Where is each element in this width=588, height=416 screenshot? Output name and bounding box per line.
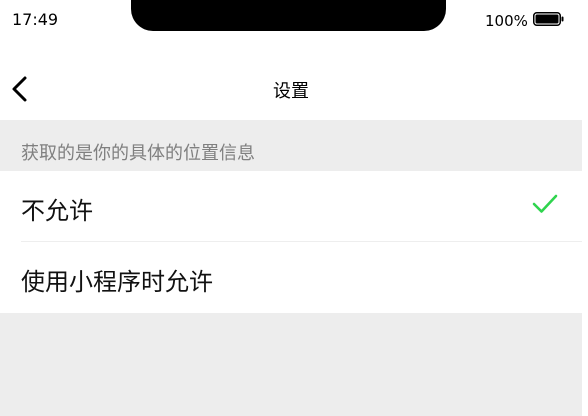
section-header: 获取的是你的具体的位置信息	[0, 120, 582, 171]
nav-bar: 设置	[0, 44, 582, 120]
page-title: 设置	[273, 81, 309, 102]
status-bar: 17:49 100%	[0, 0, 582, 44]
battery-full-icon	[533, 12, 564, 26]
status-time: 17:49	[12, 10, 59, 29]
screen-edge	[582, 0, 588, 416]
option-label: 不允许	[21, 197, 93, 225]
battery-percentage: 100%	[485, 12, 528, 30]
option-label: 使用小程序时允许	[21, 268, 213, 296]
option-deny[interactable]: 不允许	[0, 171, 582, 242]
section-header-text: 获取的是你的具体的位置信息	[21, 143, 255, 164]
screen: 17:49 100% 设置 获取的是你的具体的位置信息 不允许 使用小程序时允许	[0, 0, 582, 416]
option-list: 不允许 使用小程序时允许	[0, 171, 582, 313]
checkmark-icon	[532, 194, 558, 213]
notch	[131, 0, 446, 31]
option-allow-while-using[interactable]: 使用小程序时允许	[0, 242, 582, 313]
